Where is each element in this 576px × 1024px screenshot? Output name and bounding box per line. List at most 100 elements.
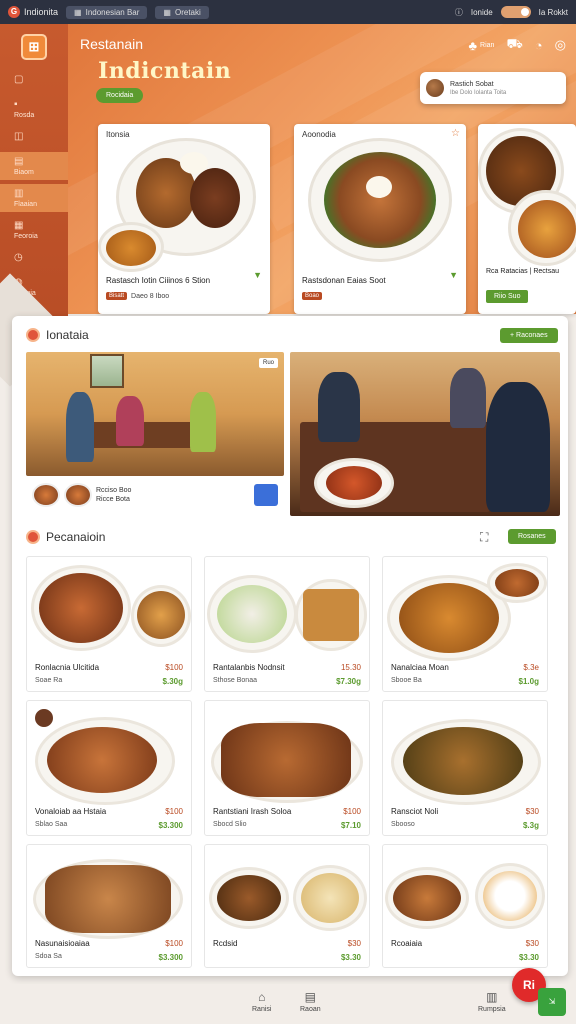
badge-icon bbox=[33, 707, 55, 729]
featured-buy-button[interactable]: Riio Suo bbox=[486, 290, 529, 303]
top-right: ⓘ Ionide Ia Rokkt bbox=[455, 6, 568, 18]
brand-logo-icon: G bbox=[8, 6, 20, 18]
menu-item-price-2: $.30g bbox=[162, 677, 183, 686]
top-bar: G Indionita ▦ Indonesian Bar ▦ Oretaki ⓘ I… bbox=[0, 0, 576, 24]
cart-icon: ▢ bbox=[14, 74, 24, 85]
dish-image bbox=[217, 585, 287, 643]
menu-card[interactable]: Vonaloiab aa Hstaia $100 Sblao Saa $3.30… bbox=[26, 700, 192, 836]
info-icon[interactable]: ⓘ bbox=[455, 7, 463, 18]
menu-item-price-2: $3.300 bbox=[158, 953, 183, 962]
profile-card[interactable]: Rastich Sobat Ibe Dolo Iolanta Toita bbox=[420, 72, 566, 104]
tab-icon: ▦ bbox=[74, 7, 82, 17]
featured-card-1[interactable]: Itonsia ▼ Rastasch Iotin Ciiinos 6 Stion… bbox=[98, 124, 270, 314]
featured-price: Bisatt Daeo 8 Iboo bbox=[106, 292, 169, 300]
photo-badge: Ruo bbox=[258, 358, 278, 368]
sidebar-item-3[interactable]: ▤ Biaom bbox=[0, 152, 68, 180]
menu-item-sub: Sthose Bonaa bbox=[213, 677, 257, 684]
menu-item-name: Ronlacnia Ulcitida bbox=[35, 663, 100, 672]
page-title: Indicntain bbox=[98, 58, 232, 84]
brand-name: Indionita bbox=[24, 7, 59, 17]
dining-header: Ionataia bbox=[26, 328, 89, 342]
bag-icon: ◫ bbox=[14, 131, 24, 142]
menu-card[interactable]: Rcdsid $30 $3.30 bbox=[204, 844, 370, 968]
sidebar-item-6[interactable]: ◷ bbox=[0, 248, 68, 269]
dish-image bbox=[137, 591, 185, 639]
filter-icon[interactable]: ⛶ bbox=[480, 530, 488, 545]
photo-person bbox=[450, 368, 486, 428]
hero-action-button[interactable]: Rocidaia bbox=[96, 88, 144, 103]
sidebar-item-0[interactable]: ▢ bbox=[0, 70, 68, 91]
dish-image bbox=[324, 152, 436, 248]
menu-item-price: $30 bbox=[525, 807, 539, 816]
menu-card[interactable]: Nasunaisioaiaa $100 Sdoa Sa $3.300 bbox=[26, 844, 192, 968]
theme-toggle[interactable] bbox=[500, 6, 531, 18]
dish-image bbox=[326, 466, 382, 500]
menu-item-sub: Sbooe Ba bbox=[391, 677, 422, 684]
menu-item-price-2: $3.30 bbox=[340, 953, 361, 962]
dining-photo-1[interactable]: Ruo bbox=[26, 352, 284, 476]
menu-item-price-2: $3.300 bbox=[158, 821, 183, 830]
dish-image bbox=[403, 727, 523, 795]
menu-item-name: Rcdsid bbox=[213, 939, 238, 948]
menu-item-price-2: $3.30 bbox=[518, 953, 539, 962]
header-help[interactable]: ◎ bbox=[555, 37, 566, 53]
dining-action-button[interactable]: + Raconaes bbox=[500, 328, 558, 343]
app-badge-icon[interactable] bbox=[254, 484, 278, 506]
doc-icon: ▤ bbox=[14, 156, 24, 167]
menu-header: Pecanaioin bbox=[26, 530, 105, 544]
dish-image bbox=[483, 871, 537, 921]
nav-item-stats[interactable]: ▥ Rumpsia bbox=[478, 990, 506, 1013]
menu-card[interactable]: Ransciot Noli $30 Sbooso $.3g bbox=[382, 700, 548, 836]
dining-meta: Rcciso Boo Ricce Bota bbox=[96, 487, 131, 503]
sidebar-item-5[interactable]: ▦ Feoroia bbox=[0, 216, 68, 244]
top-right-label-1[interactable]: Ionide bbox=[471, 8, 493, 17]
header-cart[interactable]: ⛟ bbox=[506, 36, 522, 54]
dish-image bbox=[217, 875, 281, 921]
dish-image bbox=[518, 200, 576, 258]
sidebar-item-label: Rosda bbox=[14, 112, 35, 119]
featured-name: Rastasch Iotin Ciiinos 6 Stion bbox=[106, 276, 211, 285]
menu-item-price: $100 bbox=[343, 807, 361, 816]
top-tab-1[interactable]: ▦ Indonesian Bar bbox=[66, 5, 148, 19]
top-right-label-2[interactable]: Ia Rokkt bbox=[539, 8, 568, 17]
dish-image bbox=[45, 865, 171, 933]
dining-photo-2[interactable] bbox=[290, 352, 560, 516]
header-history[interactable]: ◔ bbox=[535, 38, 543, 53]
menu-card[interactable]: Nanalciaa Moan $.3e Sbooe Ba $1.0g bbox=[382, 556, 548, 692]
sidebar-item-2[interactable]: ◫ bbox=[0, 127, 68, 148]
star-icon[interactable]: ☆ bbox=[451, 128, 460, 139]
dish-image bbox=[393, 875, 461, 921]
featured-card-3[interactable]: Rca Ratacias | Rectsau Riio Suo bbox=[478, 124, 576, 314]
menu-item-sub: Sblao Saa bbox=[35, 821, 68, 828]
dish-image bbox=[47, 727, 157, 793]
sidebar-item-4[interactable]: ▥ Flaaian bbox=[0, 184, 68, 212]
nav-item-orders[interactable]: ▤ Raoan bbox=[300, 990, 321, 1013]
top-tab-label: Indonesian Bar bbox=[85, 7, 140, 17]
photo-background bbox=[26, 352, 284, 476]
nav-item-home[interactable]: ⌂ Ranisi bbox=[252, 990, 271, 1013]
menu-card[interactable]: Ronlacnia Ulcitida $100 Soae Ra $.30g bbox=[26, 556, 192, 692]
dining-card-footer[interactable]: Rcciso Boo Ricce Bota bbox=[26, 476, 284, 514]
app-name: Restanain bbox=[80, 36, 144, 52]
photo-person bbox=[318, 372, 360, 442]
featured-card-2[interactable]: Aoonodia ☆ ▼ Rastsdonan Eaias Soot Boao bbox=[294, 124, 466, 314]
price-sub: Daeo 8 Iboo bbox=[131, 292, 170, 300]
dining-title: Ionataia bbox=[46, 328, 89, 342]
menu-action-button[interactable]: Rosanes bbox=[508, 529, 556, 544]
sidebar-item-label: Flaaian bbox=[14, 201, 37, 208]
menu-item-name: Rantalanbis Nodnsit bbox=[213, 663, 285, 672]
price-tag: Boao bbox=[302, 292, 323, 300]
menu-card[interactable]: Rcoaiaia $30 $3.30 bbox=[382, 844, 548, 968]
menu-card[interactable]: Rantstiani Irash Soloa $100 Sbocd Slio $… bbox=[204, 700, 370, 836]
menu-card[interactable]: Rantalanbis Nodnsit 15.30 Sthose Bonaa $… bbox=[204, 556, 370, 692]
profile-sub: Ibe Dolo Iolanta Toita bbox=[450, 89, 507, 96]
featured-title: Itonsia bbox=[106, 130, 130, 139]
header-notify[interactable]: ♣ Rian bbox=[469, 38, 495, 53]
menu-item-name: Rantstiani Irash Soloa bbox=[213, 807, 292, 816]
brand[interactable]: G Indionita bbox=[8, 6, 58, 18]
top-tab-2[interactable]: ▦ Oretaki bbox=[155, 5, 209, 19]
section-icon bbox=[26, 530, 40, 544]
app-logo-icon[interactable]: ⊞ bbox=[21, 34, 47, 60]
green-action-button[interactable]: ⇲ bbox=[538, 988, 566, 1016]
sidebar-item-1[interactable]: ▪ Rosda bbox=[0, 95, 68, 123]
